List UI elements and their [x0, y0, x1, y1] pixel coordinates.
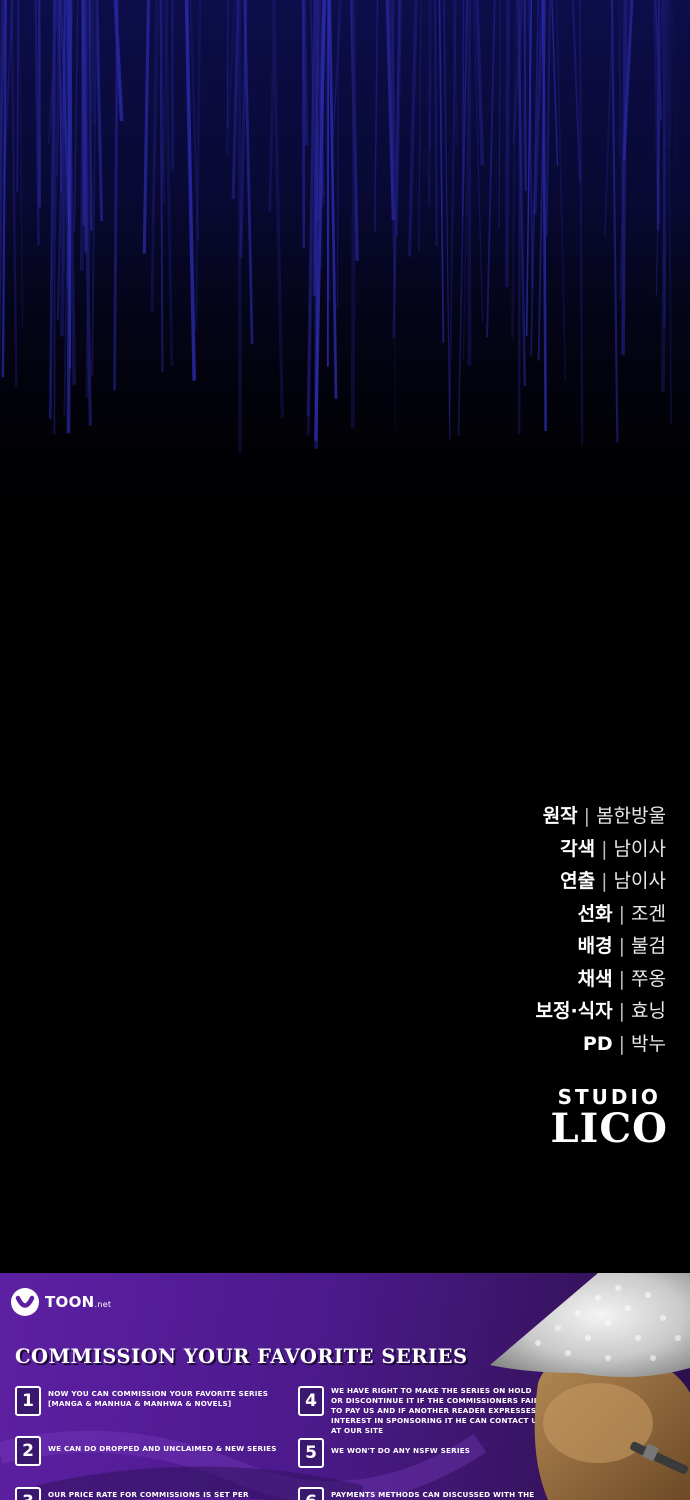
blue-streak	[504, 0, 511, 288]
blue-streak	[301, 0, 309, 146]
commission-item-1: 1 NOW YOU CAN COMMISSION YOUR FAVORITE S…	[15, 1386, 285, 1416]
item-number: 5	[298, 1438, 324, 1468]
credit-role: 연출	[560, 870, 596, 892]
blue-streak	[350, 0, 357, 428]
blue-streak	[16, 0, 20, 193]
blue-streak	[81, 0, 85, 226]
credit-role: 보정·식자	[535, 1000, 613, 1022]
studio-logo: STUDIO LICO	[550, 1085, 668, 1149]
credit-row: PD | 박누	[336, 1028, 666, 1061]
commission-item-2: 2 WE CAN DO DROPPED AND UNCLAIMED & NEW …	[15, 1436, 295, 1466]
credit-name: 남이사	[613, 870, 666, 892]
credit-separator: |	[618, 935, 626, 957]
credit-name: 박누	[631, 1032, 666, 1055]
toon-logo[interactable]: TOON.net	[10, 1287, 111, 1317]
blue-streak	[667, 0, 673, 149]
studio-logo-bottom: LICO	[550, 1105, 668, 1152]
credit-row: 보정·식자 | 효닝	[336, 995, 666, 1028]
toon-logo-text: TOON.net	[45, 1293, 112, 1311]
credit-separator: |	[583, 805, 591, 827]
blue-streak	[237, 0, 242, 453]
credit-role: 각색	[560, 837, 596, 860]
credit-row: 원작 | 봄한방울	[336, 800, 666, 833]
item-number: 4	[298, 1386, 324, 1416]
credit-row: 선화 | 조겐	[336, 898, 666, 931]
credit-name: 쭈옹	[631, 967, 666, 990]
credit-separator: |	[601, 837, 608, 860]
blue-streak	[53, 0, 56, 435]
item-text: NOW YOU CAN COMMISSION YOUR FAVORITE SER…	[48, 1389, 269, 1408]
commission-item-3: 3 OUR PRICE RATE FOR COMMISSIONS IS SET …	[15, 1487, 285, 1500]
credit-name: 봄한방울	[596, 805, 666, 827]
credit-role: 채색	[577, 967, 613, 990]
item-text: WE CAN DO DROPPED AND UNCLAIMED & NEW SE…	[48, 1444, 277, 1453]
credit-name: 남이사	[613, 837, 666, 860]
credit-row: 연출 | 남이사	[336, 865, 666, 898]
blue-streak	[37, 0, 41, 208]
item-number: 1	[15, 1386, 41, 1416]
credit-row: 채색 | 쭈옹	[336, 963, 666, 996]
credit-separator: |	[618, 1032, 626, 1055]
item-number: 6	[298, 1487, 324, 1500]
straw-hat-cat-mascot	[490, 1273, 690, 1500]
credit-role: 배경	[577, 935, 613, 957]
credit-role: PD	[582, 1032, 613, 1055]
credit-role: 원작	[542, 805, 578, 827]
credits-list: 원작 | 봄한방울 각색 | 남이사 연출 | 남이사 선화 | 조겐 배경 | 불검 채색 | 쭈옹 보정·식자 |…	[336, 800, 666, 1060]
item-text: WE WON'T DO ANY NSFW SERIES	[331, 1446, 471, 1455]
credit-separator: |	[618, 1000, 626, 1022]
credit-row: 각색 | 남이사	[336, 833, 666, 866]
item-number: 2	[15, 1436, 41, 1466]
toon-logo-icon	[11, 1288, 39, 1316]
credit-separator: |	[601, 870, 608, 892]
item-text: OUR PRICE RATE FOR COMMISSIONS IS SET PE…	[48, 1490, 249, 1499]
credit-name: 조겐	[631, 902, 666, 925]
blue-streak	[66, 0, 73, 434]
credit-separator: |	[618, 902, 626, 925]
credit-name: 효닝	[631, 1000, 666, 1022]
credit-separator: |	[618, 967, 626, 990]
credit-row: 배경 | 불검	[336, 930, 666, 963]
credit-name: 불검	[631, 935, 666, 957]
banner-title: COMMISSION YOUR FAVORITE SERIES	[15, 1345, 468, 1368]
credit-role: 선화	[577, 902, 613, 925]
commission-banner[interactable]: TOON.net COMMISSION YOUR FAVORITE SERIES…	[0, 1273, 690, 1500]
blue-streak-artwork	[0, 0, 690, 560]
item-number: 3	[15, 1487, 41, 1500]
